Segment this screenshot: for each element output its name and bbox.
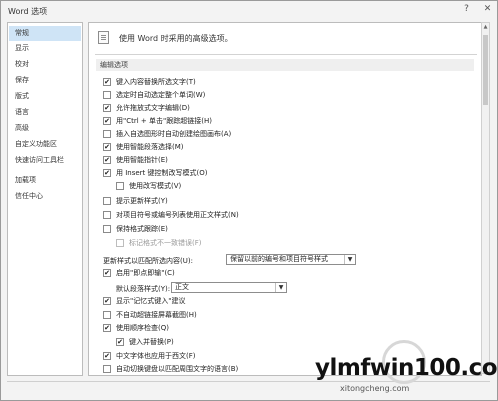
checkbox[interactable]: ✔ (103, 78, 111, 86)
checkbox[interactable]: ✔ (103, 352, 111, 360)
option-label: 插入自选图形时自动创建绘图画布(A) (116, 130, 232, 138)
update-style-select[interactable]: 保留以前的编号和项目符号样式 ▼ (226, 254, 356, 265)
checkbox[interactable] (103, 225, 111, 233)
checkbox[interactable]: ✔ (103, 169, 111, 177)
sidebar-item-customize-ribbon[interactable]: 自定义功能区 (9, 137, 81, 152)
checkbox[interactable] (103, 211, 111, 219)
option-label: 使用改写模式(V) (129, 182, 182, 190)
checkbox[interactable]: ✔ (103, 269, 111, 277)
question-icon[interactable]: ? (457, 2, 476, 17)
option-label: 对项目符号或编号列表使用正文样式(N) (116, 211, 239, 219)
checkbox[interactable]: ✔ (103, 143, 111, 151)
window-title: Word 选项 (8, 7, 48, 16)
options-sidebar: 常规 显示 校对 保存 版式 语言 高级 自定义功能区 快速访问工具栏 加载项 … (7, 22, 83, 376)
checkbox[interactable]: ✔ (103, 117, 111, 125)
option-label: 提示更新样式(Y) (116, 197, 168, 205)
default-paragraph-style-select[interactable]: 正文 ▼ (171, 282, 287, 293)
document-icon (98, 31, 109, 44)
update-style-label: 更新样式以匹配所选内容(U): (103, 257, 193, 265)
sidebar-item-advanced[interactable]: 高级 (9, 121, 81, 136)
chevron-down-icon[interactable]: ▼ (344, 255, 355, 264)
checkbox[interactable] (103, 197, 111, 205)
option-label: 用"Ctrl + 单击"跟踪超链接(H) (116, 117, 212, 125)
checkbox[interactable]: ✔ (116, 338, 124, 346)
sidebar-item-quick-access-toolbar[interactable]: 快速访问工具栏 (9, 153, 81, 168)
option-label: 使用智能段落选择(M) (116, 143, 184, 151)
checkbox (116, 239, 124, 247)
option-label: 键入内容替换所选文字(T) (116, 78, 196, 86)
default-paragraph-style-value: 正文 (175, 283, 189, 291)
scroll-up-icon[interactable]: ▲ (482, 23, 489, 32)
checkbox[interactable] (103, 130, 111, 138)
scrollbar-thumb[interactable] (483, 35, 488, 105)
panel-header-text: 使用 Word 时采用的高级选项。 (119, 34, 233, 43)
sidebar-item-proofing[interactable]: 校对 (9, 57, 81, 72)
default-paragraph-style-label: 默认段落样式(Y): (116, 285, 171, 293)
option-label: 不自动超链接屏幕截图(H) (116, 311, 197, 319)
sidebar-item-layout[interactable]: 版式 (9, 89, 81, 104)
checkbox[interactable] (103, 91, 111, 99)
sidebar-item-add-ins[interactable]: 加载项 (9, 173, 81, 188)
close-icon[interactable]: ✕ (478, 2, 497, 17)
sidebar-item-general[interactable]: 常规 (9, 26, 81, 41)
option-label: 自动切换键盘以匹配周围文字的语言(B) (116, 365, 239, 373)
section-header-editing-options: 编辑选项 (96, 59, 474, 71)
footer-divider (7, 381, 490, 382)
header-divider (95, 54, 477, 55)
sidebar-item-display[interactable]: 显示 (9, 41, 81, 56)
option-label: 允许拖放式文字编辑(D) (116, 104, 190, 112)
option-label: 启用"即点即输"(C) (116, 269, 175, 277)
sidebar-item-language[interactable]: 语言 (9, 105, 81, 120)
watermark-subtext: xitongcheng.com (340, 384, 410, 393)
option-label: 使用顺序检查(Q) (116, 324, 169, 332)
option-label: 键入并替换(P) (129, 338, 174, 346)
chevron-down-icon[interactable]: ▼ (275, 283, 286, 292)
title-bar: Word 选项 ? ✕ (1, 1, 497, 21)
option-label: 保持格式跟踪(E) (116, 225, 168, 233)
checkbox[interactable]: ✔ (103, 156, 111, 164)
sidebar-item-save[interactable]: 保存 (9, 73, 81, 88)
vertical-scrollbar[interactable]: ▲ ▼ (481, 22, 490, 374)
checkbox[interactable] (103, 311, 111, 319)
sidebar-item-trust-center[interactable]: 信任中心 (9, 189, 81, 204)
checkbox[interactable]: ✔ (103, 324, 111, 332)
option-label: 用 Insert 键控制改写模式(O) (116, 169, 208, 177)
option-label: 选定时自动选定整个单词(W) (116, 91, 206, 99)
option-label: 标记格式不一致错误(F) (129, 239, 202, 247)
checkbox[interactable]: ✔ (103, 297, 111, 305)
checkbox[interactable] (116, 182, 124, 190)
option-label: 显示"记忆式键入"建议 (116, 297, 186, 305)
update-style-value: 保留以前的编号和项目符号样式 (230, 255, 328, 263)
checkbox[interactable] (103, 365, 111, 373)
watermark-text: ylmfwin100.com (315, 355, 498, 381)
option-label: 使用智能指针(E) (116, 156, 168, 164)
option-label: 中文字体也应用于西文(F) (116, 352, 196, 360)
checkbox[interactable]: ✔ (103, 104, 111, 112)
